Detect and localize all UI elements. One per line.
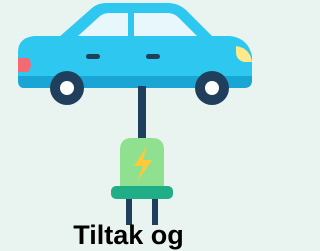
car-wheel — [50, 71, 84, 105]
car-door-handle — [146, 54, 160, 59]
car-wheel — [195, 71, 229, 105]
plug-base — [111, 186, 173, 199]
electric-car-icon — [18, 3, 252, 105]
car-tail-light — [18, 58, 31, 72]
charging-cable — [138, 86, 146, 140]
electric-car-illustration — [18, 3, 252, 225]
car-door-handle — [86, 54, 100, 59]
car-pillar — [128, 12, 134, 38]
caption-text: Tiltak og — [73, 220, 184, 250]
charging-plug-icon — [111, 138, 173, 225]
